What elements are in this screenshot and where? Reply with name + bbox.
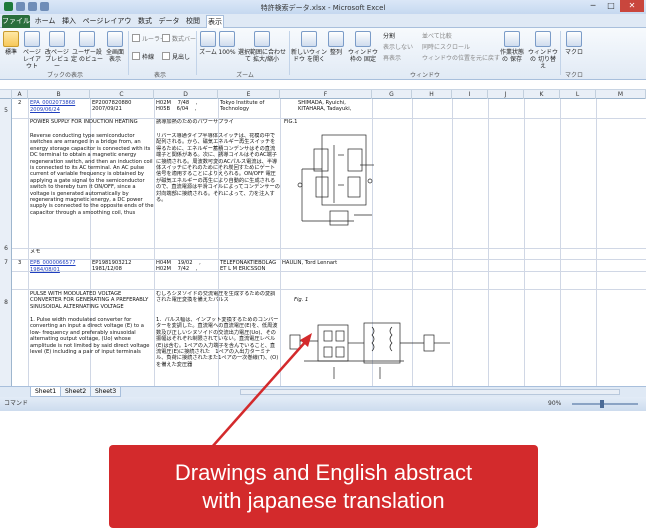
callout-line-2: with japanese translation xyxy=(202,488,445,513)
callout-banner: Drawings and English abstract with japan… xyxy=(109,445,538,528)
callout-line-1: Drawings and English abstract xyxy=(174,460,473,485)
